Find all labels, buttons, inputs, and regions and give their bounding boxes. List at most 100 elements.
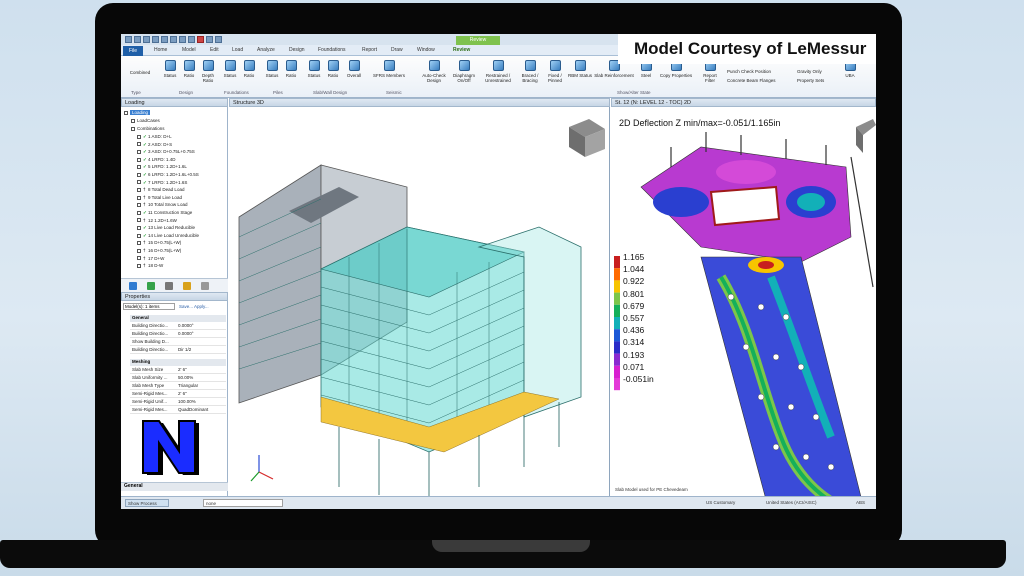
ribbon-btn-status-1[interactable]: Status	[161, 60, 179, 78]
tab-report[interactable]: Report	[362, 47, 377, 53]
checkbox[interactable]	[137, 248, 141, 253]
property-row[interactable]: Slab Uniformity ... 50.00%	[130, 375, 226, 382]
checkbox[interactable]	[137, 157, 141, 162]
property-row[interactable]: Show Building D...	[130, 339, 226, 346]
checkbox[interactable]	[137, 188, 141, 192]
checkbox[interactable]	[137, 241, 141, 246]
settings-icon[interactable]	[179, 36, 186, 43]
property-row[interactable]: Building Directio... 0.0000°	[130, 331, 226, 338]
tab-design[interactable]: Design	[289, 47, 305, 53]
combination-item[interactable]: † 9 Total Live Load	[137, 195, 182, 202]
save-apply-links[interactable]: Save... Apply...	[179, 304, 209, 309]
code-indicator[interactable]: United States (ACI/AISC)	[766, 500, 817, 505]
tree-combinations[interactable]: Combinations	[131, 126, 165, 133]
property-value[interactable]: QuadDominant	[178, 407, 208, 412]
ribbon-btn-ratio-3[interactable]: Ratio	[282, 60, 300, 78]
model-selector[interactable]: Model(s): 1 items	[123, 303, 175, 310]
combination-item[interactable]: ✓3 ASD: D+0.75L+0.75S	[137, 149, 195, 156]
checkbox[interactable]	[137, 218, 141, 223]
edit-icon[interactable]	[183, 282, 191, 290]
ribbon-btn-ratio-1[interactable]: Ratio	[180, 60, 198, 78]
check-icon[interactable]	[147, 282, 155, 290]
tab-load[interactable]: Load	[232, 47, 243, 53]
property-row[interactable]: Slab Mesh Type Triangular	[130, 383, 226, 390]
deflection-2d-tab[interactable]: St. 12 (N: LEVEL 12 - TOC) 2D	[611, 98, 876, 107]
checkbox[interactable]	[137, 134, 141, 139]
tab-draw[interactable]: Draw	[391, 47, 403, 53]
deflection-2d-view[interactable]: St. 12 (N: LEVEL 12 - TOC) 2D 2D Deflect…	[611, 98, 876, 496]
options-icon[interactable]	[215, 36, 222, 43]
ribbon-btn-status-2[interactable]: Status	[221, 60, 239, 78]
property-value[interactable]: 0.0000°	[178, 331, 194, 336]
checkbox[interactable]	[137, 264, 141, 268]
close-icon[interactable]	[197, 36, 204, 43]
tab-foundations[interactable]: Foundations	[318, 47, 346, 53]
tab-home[interactable]: Home	[154, 47, 167, 53]
combination-item[interactable]: ✓5 LRFD: 1.2D+1.6L	[137, 164, 187, 171]
tab-review[interactable]: Review	[453, 47, 470, 53]
property-value[interactable]: 100.00%	[178, 399, 196, 404]
ribbon-btn-status-4[interactable]: Status	[305, 60, 323, 78]
combination-item[interactable]: † 10 Total Snow Load	[137, 202, 187, 209]
ribbon-btn-punch-check[interactable]: Punch Check Position	[727, 69, 793, 74]
status-field[interactable]: none	[203, 499, 283, 507]
property-row[interactable]: Slab Mesh Size 2' 6"	[130, 367, 226, 374]
delete-icon[interactable]	[201, 282, 209, 290]
property-value[interactable]: 2' 6"	[178, 367, 187, 372]
add-icon[interactable]	[129, 282, 137, 290]
property-value[interactable]: Triangular	[178, 383, 198, 388]
tab-file[interactable]: File	[123, 46, 143, 56]
ribbon-btn-restrained[interactable]: Restrained / Unrestrained	[481, 60, 515, 83]
checkbox[interactable]	[137, 180, 141, 185]
combination-item[interactable]: ✓4 LRFD: 1.4D	[137, 157, 176, 164]
checkbox[interactable]	[137, 150, 141, 154]
tree-loadcases[interactable]: LoadCases	[131, 118, 160, 125]
dropdown-icon[interactable]	[206, 36, 213, 43]
combination-item[interactable]: † 12 1.2D+1.6W	[137, 218, 177, 225]
tree-root[interactable]: Loading	[124, 110, 151, 117]
ribbon-btn-overall[interactable]: Overall	[343, 60, 365, 78]
checkbox[interactable]	[137, 142, 141, 147]
ribbon-btn-depth-ratio[interactable]: Depth Ratio	[199, 60, 217, 83]
property-row[interactable]: Semi-Rigid Mes... 2' 6"	[130, 391, 226, 398]
undo-icon[interactable]	[143, 36, 150, 43]
combination-item[interactable]: † 17 D+W	[137, 256, 164, 263]
context-tab[interactable]: Review	[456, 36, 500, 45]
combination-item[interactable]: ✓1 ASD: D+L	[137, 134, 172, 141]
combination-item[interactable]: ✓14 Live Load Unreducible	[137, 233, 199, 240]
combination-item[interactable]: † 18 D-W	[137, 263, 163, 270]
property-row[interactable]: Semi-Rigid Mes... QuadDominant	[130, 407, 226, 414]
ribbon-btn-fixed[interactable]: Fixed / Pinned	[544, 60, 566, 83]
structure-3d-tab[interactable]: Structure 3D	[229, 98, 610, 107]
combination-item[interactable]: ✓13 Live Load Reducible	[137, 225, 195, 232]
tab-model[interactable]: Model	[182, 47, 196, 53]
property-row[interactable]: Semi-Rigid Unif... 100.00%	[130, 399, 226, 406]
ribbon-btn-auto-check[interactable]: Auto-Check Design	[421, 60, 447, 83]
show-process-button[interactable]: Show Process	[125, 499, 169, 507]
combined-dropdown[interactable]: Combined	[123, 70, 157, 75]
units-indicator[interactable]: US Customary	[706, 500, 735, 505]
property-value[interactable]: 2' 6"	[178, 391, 187, 396]
checkbox[interactable]	[137, 226, 141, 230]
checkbox[interactable]	[137, 195, 141, 200]
combination-item[interactable]: ✓6 LRFD: 1.2D+1.6L+0.5S	[137, 172, 199, 179]
combination-item[interactable]: ✓11 Construction Stage	[137, 210, 192, 217]
checkbox[interactable]	[137, 210, 141, 215]
help-icon[interactable]	[188, 36, 195, 43]
checkbox[interactable]	[137, 256, 141, 261]
combination-item[interactable]: ✓7 LRFD: 1.2D+1.6S	[137, 180, 187, 187]
property-row[interactable]: Building Directio... 0.0000°	[130, 323, 226, 330]
checkbox[interactable]	[137, 233, 141, 238]
ribbon-btn-ratio-2[interactable]: Ratio	[240, 60, 258, 78]
prop-group-general[interactable]: General	[130, 315, 226, 322]
property-row[interactable]: Building Directio... Dir 1/2	[130, 347, 226, 354]
structure-3d-view[interactable]: Structure 3D	[229, 98, 610, 496]
combination-item[interactable]: ✓2 ASD: D+S	[137, 142, 172, 149]
ribbon-btn-concrete-flanges[interactable]: Concrete Beam Flanges	[727, 78, 793, 83]
save-icon[interactable]	[134, 36, 141, 43]
ribbon-btn-property-sets[interactable]: Property Sets	[797, 78, 833, 83]
print-icon[interactable]	[170, 36, 177, 43]
open-icon[interactable]	[161, 36, 168, 43]
ribbon-btn-braced[interactable]: Braced / Bracing	[518, 60, 542, 83]
tab-edit[interactable]: Edit	[210, 47, 219, 53]
